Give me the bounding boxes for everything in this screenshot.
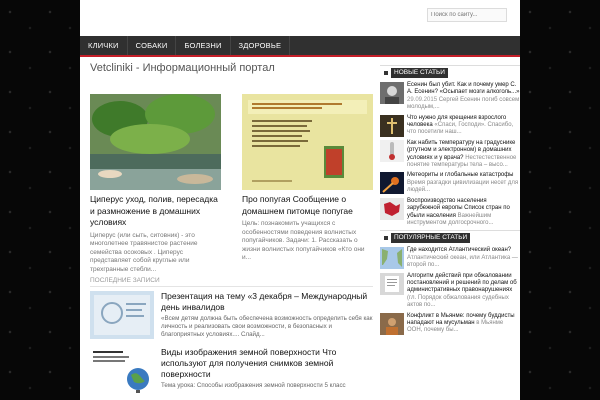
recent-body: Презентация на тему «3 декабря – Междуна… — [161, 291, 373, 339]
popular-articles-header: Популярные статьи — [380, 230, 520, 244]
nav-item-zdorovie[interactable]: Здоровье — [231, 36, 291, 55]
list-item[interactable]: Воспроизводство населения зарубежной евр… — [380, 197, 520, 228]
article-text: Конфликт в Мьянме: почему буддисты напад… — [407, 313, 520, 335]
sidebar: Новые статьи Есенин был убит. Как и поче… — [380, 62, 520, 338]
article-text: Есенин был убит. Как и почему умер С. А.… — [407, 82, 520, 112]
article-text: Алгоритм действий при обжаловании постан… — [407, 273, 520, 310]
documents-thumbnail[interactable] — [380, 272, 404, 295]
nav-item-klichki[interactable]: Клички — [80, 36, 128, 55]
main-nav: Клички Собаки Болезни Здоровье — [80, 36, 520, 57]
article-date: 29.09.2015 — [407, 96, 438, 103]
bullet-icon — [384, 70, 388, 75]
new-articles-list: Есенин был убит. Как и почему умер С. А.… — [380, 82, 520, 227]
baptism-thumbnail[interactable] — [380, 114, 404, 137]
article-title[interactable]: Где находится Атлантический океан? — [407, 247, 511, 253]
article-title[interactable]: Алгоритм действий при обжаловании постан… — [407, 273, 517, 294]
cyperus-thumbnail[interactable] — [90, 94, 221, 190]
nav-item-sobaki[interactable]: Собаки — [128, 36, 177, 55]
article-text: Метеориты и глобальные катастрофы Время … — [407, 172, 520, 194]
list-item[interactable]: Метеориты и глобальные катастрофы Время … — [380, 172, 520, 195]
recent-title[interactable]: Презентация на тему «3 декабря – Междуна… — [161, 291, 373, 313]
article-title[interactable]: Есенин был убит. Как и почему умер С. А.… — [407, 82, 520, 95]
list-item[interactable]: Есенин был убит. Как и почему умер С. А.… — [380, 82, 520, 112]
featured-excerpt: Циперус (или сыть, ситовник) - это много… — [90, 231, 198, 273]
article-text: Что нужно для крещения взрослого человек… — [407, 115, 520, 137]
article-excerpt: Атлантический океан, или Атлантика — вто… — [407, 254, 518, 269]
recent-posts-label: Последние записи — [90, 277, 373, 287]
europe-map-thumbnail[interactable] — [380, 197, 404, 220]
list-item[interactable]: Конфликт в Мьянме: почему буддисты напад… — [380, 312, 520, 335]
article-text: Где находится Атлантический океан? Атлан… — [407, 247, 520, 269]
list-item[interactable]: Виды изображения земной поверхности Что … — [90, 347, 373, 395]
recent-posts: Презентация на тему «3 декабря – Междуна… — [90, 291, 373, 400]
search-input[interactable] — [427, 8, 507, 22]
list-item[interactable]: Что нужно для крещения взрослого человек… — [380, 114, 520, 137]
featured-card[interactable]: Циперус уход, полив, пересадка и размнож… — [90, 94, 221, 274]
popular-articles-label: Популярные статьи — [391, 232, 471, 243]
featured-title[interactable]: Циперус уход, полив, пересадка и размнож… — [90, 194, 221, 229]
popular-articles-list: Где находится Атлантический океан? Атлан… — [380, 247, 520, 335]
header — [80, 0, 520, 36]
featured-title[interactable]: Про попугая Сообщение о домашнем питомце… — [242, 194, 373, 217]
recent-title[interactable]: Виды изображения земной поверхности Что … — [161, 347, 373, 380]
meteorite-thumbnail[interactable] — [380, 172, 404, 195]
article-text: Как набить температуру на градуснике (рт… — [407, 140, 520, 170]
article-text: Воспроизводство населения зарубежной евр… — [407, 198, 520, 228]
featured-card[interactable]: Про попугая Сообщение о домашнем питомце… — [242, 94, 373, 274]
bullet-icon — [384, 235, 388, 240]
recent-body: Виды изображения земной поверхности Что … — [161, 347, 373, 395]
atlantic-map-thumbnail[interactable] — [380, 247, 404, 270]
earth-surface-thumbnail[interactable] — [90, 347, 154, 395]
site-title: Vetcliniki - Информационный портал — [90, 62, 275, 74]
disability-day-thumbnail[interactable] — [90, 291, 154, 339]
myanmar-thumbnail[interactable] — [380, 312, 404, 335]
recent-excerpt: Тема урока: Способы изображения земной п… — [161, 382, 346, 389]
main-content: Vetcliniki - Информационный портал Ципер… — [90, 60, 373, 274]
featured-excerpt: Цель: познакомить учащихся с особенностя… — [242, 220, 365, 261]
nav-item-bolezni[interactable]: Болезни — [176, 36, 231, 55]
recent-excerpt: «Всем детям должна быть обеспечена возмо… — [161, 315, 373, 338]
page: Клички Собаки Болезни Здоровье Vetclinik… — [80, 0, 520, 400]
featured-posts: Циперус уход, полив, пересадка и размнож… — [90, 94, 373, 274]
list-item[interactable]: Где находится Атлантический океан? Атлан… — [380, 247, 520, 270]
list-item[interactable]: Как набить температуру на градуснике (рт… — [380, 139, 520, 170]
list-item[interactable]: Презентация на тему «3 декабря – Междуна… — [90, 291, 373, 339]
esenin-thumbnail[interactable] — [380, 82, 404, 104]
new-articles-label: Новые статьи — [391, 67, 448, 78]
list-item[interactable]: Алгоритм действий при обжаловании постан… — [380, 272, 520, 310]
thermometer-thumbnail[interactable] — [380, 139, 404, 162]
parrot-slide-thumbnail[interactable] — [242, 94, 373, 190]
new-articles-header: Новые статьи — [380, 65, 520, 79]
article-title[interactable]: Метеориты и глобальные катастрофы — [407, 172, 514, 178]
article-excerpt: (гл. Порядок обжалования судебных актов … — [407, 294, 509, 309]
article-excerpt: Время разгадки цивилизации несет для люд… — [407, 179, 519, 194]
